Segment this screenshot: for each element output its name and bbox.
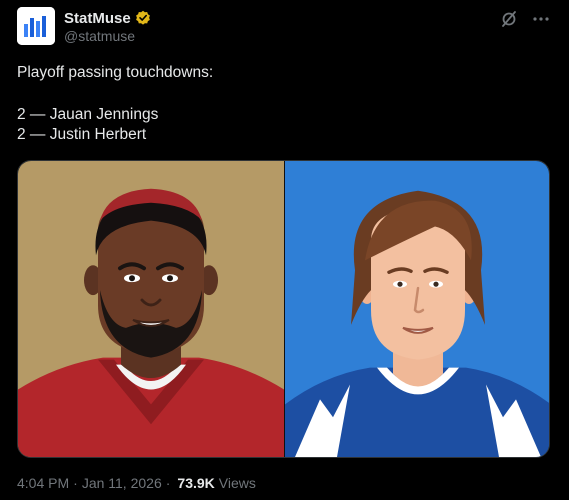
tweet-text: Playoff passing touchdowns: 2 — Jauan Je… — [17, 63, 547, 145]
tweet-meta: 4:04 PM · Jan 11, 2026 · 73.9K Views — [17, 475, 256, 491]
author-display-name[interactable]: StatMuse — [64, 10, 131, 27]
tweet-media-image[interactable] — [17, 160, 550, 458]
author-avatar[interactable] — [17, 7, 55, 45]
tweet-time[interactable]: 4:04 PM — [17, 475, 69, 491]
verified-badge-icon — [135, 10, 151, 26]
author-name-row: StatMuse — [64, 9, 151, 27]
grok-icon[interactable] — [500, 10, 518, 28]
tweet-stat-line: 2 — Justin Herbert — [17, 126, 147, 143]
tweet-heading: Playoff passing touchdowns: — [17, 64, 214, 81]
views-count[interactable]: 73.9K — [177, 475, 214, 491]
tweet-stat-line: 2 — Jauan Jennings — [17, 106, 159, 123]
statmuse-logo-icon — [17, 7, 55, 45]
tweet-date[interactable]: Jan 11, 2026 — [82, 475, 162, 491]
views-label: Views — [218, 475, 256, 491]
tweet-card: StatMuse @statmuse Playoff passing touch… — [0, 0, 569, 500]
player-illustration-left — [18, 161, 284, 457]
tweet-top-actions — [500, 10, 550, 28]
author-handle[interactable]: @statmuse — [64, 28, 135, 44]
meta-separator: · — [73, 475, 78, 491]
meta-separator: · — [165, 475, 171, 491]
player-illustration-right — [285, 161, 549, 457]
more-options-icon[interactable] — [532, 10, 550, 28]
